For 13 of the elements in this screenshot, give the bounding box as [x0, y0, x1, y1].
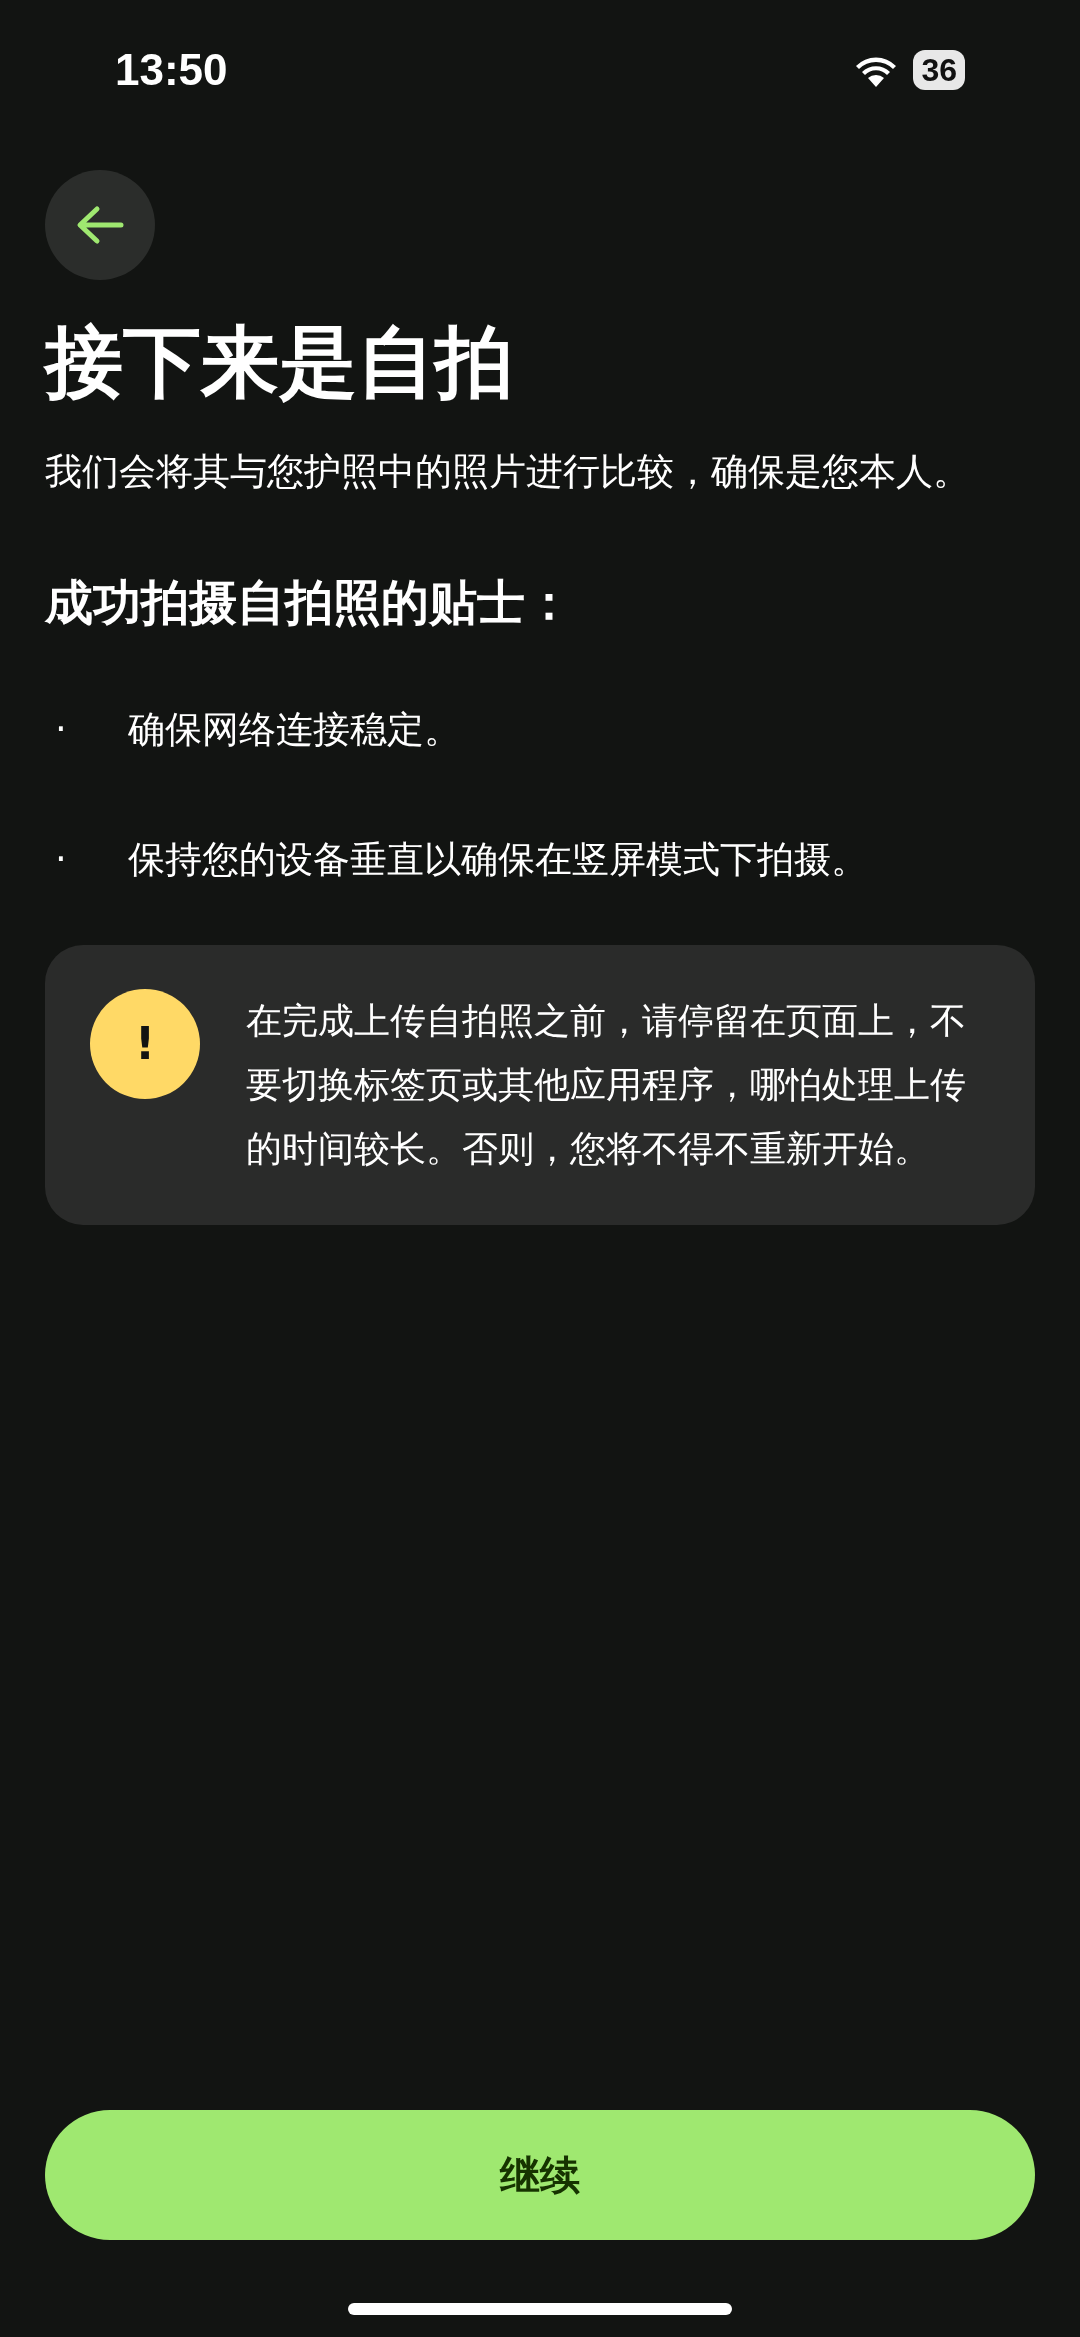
notice-text: 在完成上传自拍照之前，请停留在页面上，不要切换标签页或其他应用程序，哪怕处理上传的时间较长。否则，您将不得不重新开始。: [246, 998, 967, 1171]
bullet: ·: [54, 708, 68, 752]
status-time: 13:50: [115, 45, 228, 95]
tips-heading: 成功拍摄自拍照的贴士：: [45, 572, 574, 632]
continue-button[interactable]: 继续: [45, 2110, 1035, 2240]
battery-level: 36: [913, 50, 965, 90]
tip-text: 确保网络连接稳定。: [128, 706, 461, 753]
page-title: 接下来是自拍: [45, 316, 514, 409]
bullet: ·: [54, 838, 68, 882]
tip-text: 保持您的设备垂直以确保在竖屏模式下拍摄。: [128, 836, 868, 883]
back-arrow-icon: [75, 205, 125, 245]
warning-icon: !: [90, 988, 200, 1099]
subtitle: 我们会将其与您护照中的照片进行比较，确保是您本人。: [45, 448, 971, 495]
